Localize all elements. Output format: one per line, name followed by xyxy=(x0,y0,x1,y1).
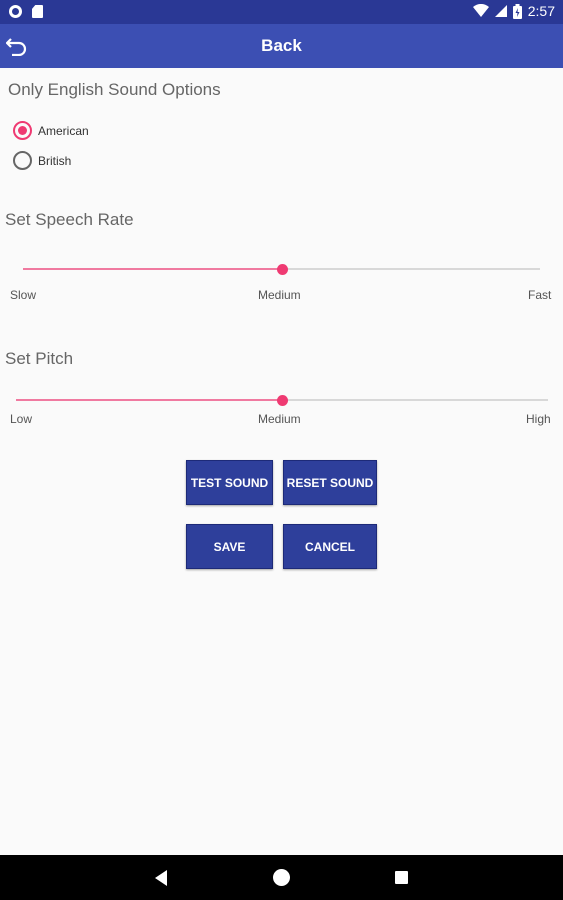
nav-recent-apps-icon[interactable] xyxy=(395,871,408,884)
status-notification-icons xyxy=(9,5,43,18)
radio-american-label: American xyxy=(38,123,89,138)
sound-options-title: Only English Sound Options xyxy=(8,80,221,99)
notification-circle-icon xyxy=(9,5,22,18)
app-bar: Back xyxy=(0,24,563,68)
pitch-min-label: Low xyxy=(10,412,33,426)
status-system-icons: 2:57 xyxy=(472,3,555,19)
speech-rate-slider[interactable] xyxy=(23,262,540,276)
radio-american[interactable]: American xyxy=(13,121,89,140)
speech-rate-title: Set Speech Rate xyxy=(5,210,134,229)
nav-back-icon[interactable] xyxy=(155,870,167,886)
system-navigation-bar xyxy=(0,855,563,900)
pitch-mid-label: Medium xyxy=(258,412,301,426)
save-button[interactable]: SAVE xyxy=(186,524,273,569)
signal-icon xyxy=(494,5,507,17)
wifi-icon xyxy=(472,4,489,17)
pitch-slider[interactable] xyxy=(16,393,548,407)
test-sound-button[interactable]: TEST SOUND xyxy=(186,460,273,505)
app-bar-title[interactable]: Back xyxy=(0,36,563,56)
sd-card-icon xyxy=(32,5,43,18)
status-time: 2:57 xyxy=(527,3,555,19)
radio-american-circle[interactable] xyxy=(13,121,32,140)
speech-rate-mid-label: Medium xyxy=(258,288,301,302)
speech-rate-max-label: Fast xyxy=(528,288,552,302)
pitch-max-label: High xyxy=(526,412,551,426)
radio-british-label: British xyxy=(38,153,72,168)
status-bar: 2:57 xyxy=(0,0,563,24)
pitch-title: Set Pitch xyxy=(5,349,74,368)
radio-british[interactable]: British xyxy=(13,151,71,170)
nav-home-icon[interactable] xyxy=(273,869,290,886)
pitch-fill xyxy=(16,399,282,401)
radio-british-circle[interactable] xyxy=(13,151,32,170)
speech-rate-fill xyxy=(23,268,282,270)
cancel-button[interactable]: CANCEL xyxy=(283,524,377,569)
speech-rate-min-label: Slow xyxy=(10,288,37,302)
speech-rate-thumb[interactable] xyxy=(276,264,288,275)
reset-sound-button[interactable]: RESET SOUND xyxy=(283,460,377,505)
pitch-thumb[interactable] xyxy=(277,395,288,406)
battery-icon xyxy=(512,3,522,19)
